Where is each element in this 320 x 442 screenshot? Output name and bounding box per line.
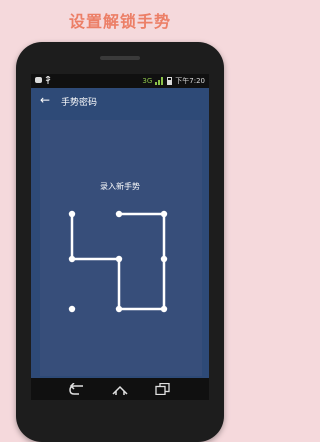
pattern-dot-3[interactable]: [160, 210, 168, 218]
pattern-dot-4[interactable]: [68, 255, 76, 263]
promo-title: 设置解锁手势: [68, 12, 171, 31]
pattern-grid[interactable]: [31, 74, 209, 378]
nav-home-icon[interactable]: [111, 383, 129, 395]
pattern-dot-2[interactable]: [115, 210, 123, 218]
phone-screen: 3G 下午7:20 ← 手势密码 录入新手势: [31, 74, 209, 378]
phone-speaker: [100, 56, 140, 60]
nav-back-icon[interactable]: [69, 383, 85, 395]
pattern-dot-7[interactable]: [68, 305, 76, 313]
pattern-dot-9[interactable]: [160, 305, 168, 313]
pattern-dot-6[interactable]: [160, 255, 168, 263]
navigation-bar: [31, 378, 209, 400]
pattern-dot-8[interactable]: [115, 305, 123, 313]
pattern-dot-5[interactable]: [115, 255, 123, 263]
pattern-dot-1[interactable]: [68, 210, 76, 218]
nav-recents-icon[interactable]: [155, 383, 171, 395]
